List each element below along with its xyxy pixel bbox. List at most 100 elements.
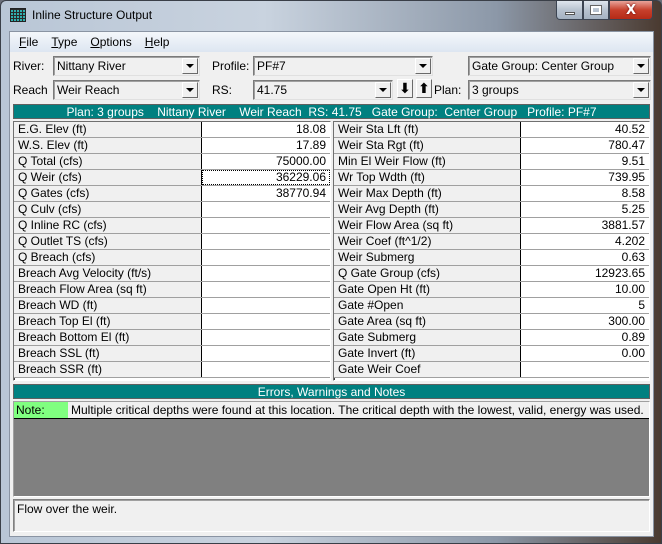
right-table-row[interactable]: Gate Submerg 0.89	[334, 330, 649, 346]
right-table-row[interactable]: Gate #Open 5	[334, 298, 649, 314]
row-value[interactable]: 5	[521, 298, 649, 313]
row-value[interactable]	[202, 250, 330, 265]
left-table-row[interactable]: Q Weir (cfs) 36229.06	[14, 170, 330, 186]
menu-help-label: elp	[153, 35, 170, 49]
row-value[interactable]: 5.25	[521, 202, 649, 217]
row-value[interactable]	[202, 298, 330, 313]
row-value[interactable]: 12923.65	[521, 266, 649, 281]
right-table-row[interactable]: Q Gate Group (cfs) 12923.65	[334, 266, 649, 282]
row-label: Breach Top El (ft)	[14, 314, 202, 329]
prev-rs-up-button[interactable]: ⬆	[416, 79, 432, 98]
row-value[interactable]	[202, 218, 330, 233]
row-value[interactable]: 780.47	[521, 138, 649, 153]
right-table-row[interactable]: Gate Invert (ft) 0.00	[334, 346, 649, 362]
note-row[interactable]: Note: Multiple critical depths were foun…	[14, 402, 649, 419]
row-label: Breach WD (ft)	[14, 298, 202, 313]
chevron-down-icon[interactable]	[633, 58, 649, 74]
left-table-row[interactable]: Q Gates (cfs) 38770.94	[14, 186, 330, 202]
row-value[interactable]: 0.89	[521, 330, 649, 345]
row-value[interactable]: 3881.57	[521, 218, 649, 233]
left-table-row[interactable]: Q Culv (cfs)	[14, 202, 330, 218]
right-output-table: Weir Sta Lft (ft) 40.52 Weir Sta Rgt (ft) 7…	[333, 121, 650, 381]
row-value[interactable]: 8.58	[521, 186, 649, 201]
row-value[interactable]: 0.63	[521, 250, 649, 265]
inline-structure-output-window: Inline Structure Output X File Type Opti…	[0, 0, 662, 544]
row-label: Breach SSL (ft)	[14, 346, 202, 361]
chevron-down-icon[interactable]	[415, 58, 431, 74]
left-table-row[interactable]: Breach SSR (ft)	[14, 362, 330, 378]
profile-select[interactable]: PF#7	[253, 56, 433, 76]
left-table-row[interactable]: Breach Flow Area (sq ft)	[14, 282, 330, 298]
right-table-row[interactable]: Weir Sta Rgt (ft) 780.47	[334, 138, 649, 154]
right-table-row[interactable]: Gate Open Ht (ft) 10.00	[334, 282, 649, 298]
right-table-row[interactable]: Weir Submerg 0.63	[334, 250, 649, 266]
right-table-row[interactable]: Weir Coef (ft^1/2) 4.202	[334, 234, 649, 250]
menu-help[interactable]: Help	[140, 35, 175, 49]
row-value[interactable]: 300.00	[521, 314, 649, 329]
left-table-row[interactable]: Breach Avg Velocity (ft/s)	[14, 266, 330, 282]
row-value[interactable]	[202, 282, 330, 297]
chevron-down-icon[interactable]	[182, 58, 198, 74]
chevron-down-icon[interactable]	[633, 82, 649, 98]
left-table-row[interactable]: Breach WD (ft)	[14, 298, 330, 314]
right-table-row[interactable]: Weir Sta Lft (ft) 40.52	[334, 122, 649, 138]
reach-select[interactable]: Weir Reach	[53, 80, 200, 100]
row-value[interactable]: 9.51	[521, 154, 649, 169]
left-table-row[interactable]: Breach Bottom El (ft)	[14, 330, 330, 346]
close-button[interactable]: X	[609, 1, 653, 20]
row-value[interactable]: 4.202	[521, 234, 649, 249]
row-value[interactable]	[202, 362, 330, 377]
title-bar[interactable]: Inline Structure Output X	[1, 1, 661, 31]
row-value[interactable]: 38770.94	[202, 186, 330, 201]
row-value[interactable]	[202, 314, 330, 329]
reach-select-value: Weir Reach	[57, 83, 120, 97]
river-select[interactable]: Nittany River	[53, 56, 200, 76]
row-value[interactable]: 18.08	[202, 122, 330, 137]
left-table-row[interactable]: Breach SSL (ft)	[14, 346, 330, 362]
chevron-down-icon[interactable]	[375, 82, 391, 98]
notes-list[interactable]: Note: Multiple critical depths were foun…	[13, 401, 650, 497]
rs-select[interactable]: 41.75	[253, 80, 393, 100]
row-value[interactable]	[521, 362, 649, 377]
right-table-row[interactable]: Wr Top Wdth (ft) 739.95	[334, 170, 649, 186]
row-label: Gate #Open	[334, 298, 521, 313]
row-value[interactable]: 17.89	[202, 138, 330, 153]
menu-file[interactable]: File	[14, 35, 43, 49]
rs-select-value: 41.75	[257, 83, 288, 97]
right-table-row[interactable]: Gate Area (sq ft) 300.00	[334, 314, 649, 330]
right-table-row[interactable]: Weir Avg Depth (ft) 5.25	[334, 202, 649, 218]
menu-options[interactable]: Options	[85, 35, 136, 49]
right-table-row[interactable]: Min El Weir Flow (ft) 9.51	[334, 154, 649, 170]
left-table-row[interactable]: Q Inline RC (cfs)	[14, 218, 330, 234]
left-table-row[interactable]: Q Outlet TS (cfs)	[14, 234, 330, 250]
left-table-row[interactable]: Q Total (cfs) 75000.00	[14, 154, 330, 170]
row-value[interactable]: 0.00	[521, 346, 649, 361]
close-icon: X	[625, 2, 637, 18]
row-label: Weir Sta Rgt (ft)	[334, 138, 521, 153]
right-table-row[interactable]: Gate Weir Coef	[334, 362, 649, 378]
row-value[interactable]	[202, 266, 330, 281]
errors-warnings-notes-banner: Errors, Warnings and Notes	[13, 384, 650, 399]
gate-group-select[interactable]: Gate Group: Center Group	[468, 56, 651, 76]
right-table-row[interactable]: Weir Flow Area (sq ft) 3881.57	[334, 218, 649, 234]
row-value[interactable]: 40.52	[521, 122, 649, 137]
row-value[interactable]: 739.95	[521, 170, 649, 185]
left-table-row[interactable]: E.G. Elev (ft) 18.08	[14, 122, 330, 138]
plan-select[interactable]: 3 groups	[468, 80, 651, 100]
maximize-button[interactable]	[583, 1, 609, 20]
left-table-row[interactable]: Breach Top El (ft)	[14, 314, 330, 330]
chevron-down-icon[interactable]	[182, 82, 198, 98]
minimize-button[interactable]	[556, 1, 583, 20]
row-value[interactable]: 10.00	[521, 282, 649, 297]
row-value[interactable]: 75000.00	[202, 154, 330, 169]
left-table-row[interactable]: Q Breach (cfs)	[14, 250, 330, 266]
row-value[interactable]	[202, 202, 330, 217]
row-value[interactable]: 36229.06	[202, 170, 330, 185]
menu-type[interactable]: Type	[46, 35, 82, 49]
left-table-row[interactable]: W.S. Elev (ft) 17.89	[14, 138, 330, 154]
row-value[interactable]	[202, 346, 330, 361]
next-rs-down-button[interactable]: ⬇	[397, 79, 413, 98]
row-value[interactable]	[202, 330, 330, 345]
row-value[interactable]	[202, 234, 330, 249]
right-table-row[interactable]: Weir Max Depth (ft) 8.58	[334, 186, 649, 202]
